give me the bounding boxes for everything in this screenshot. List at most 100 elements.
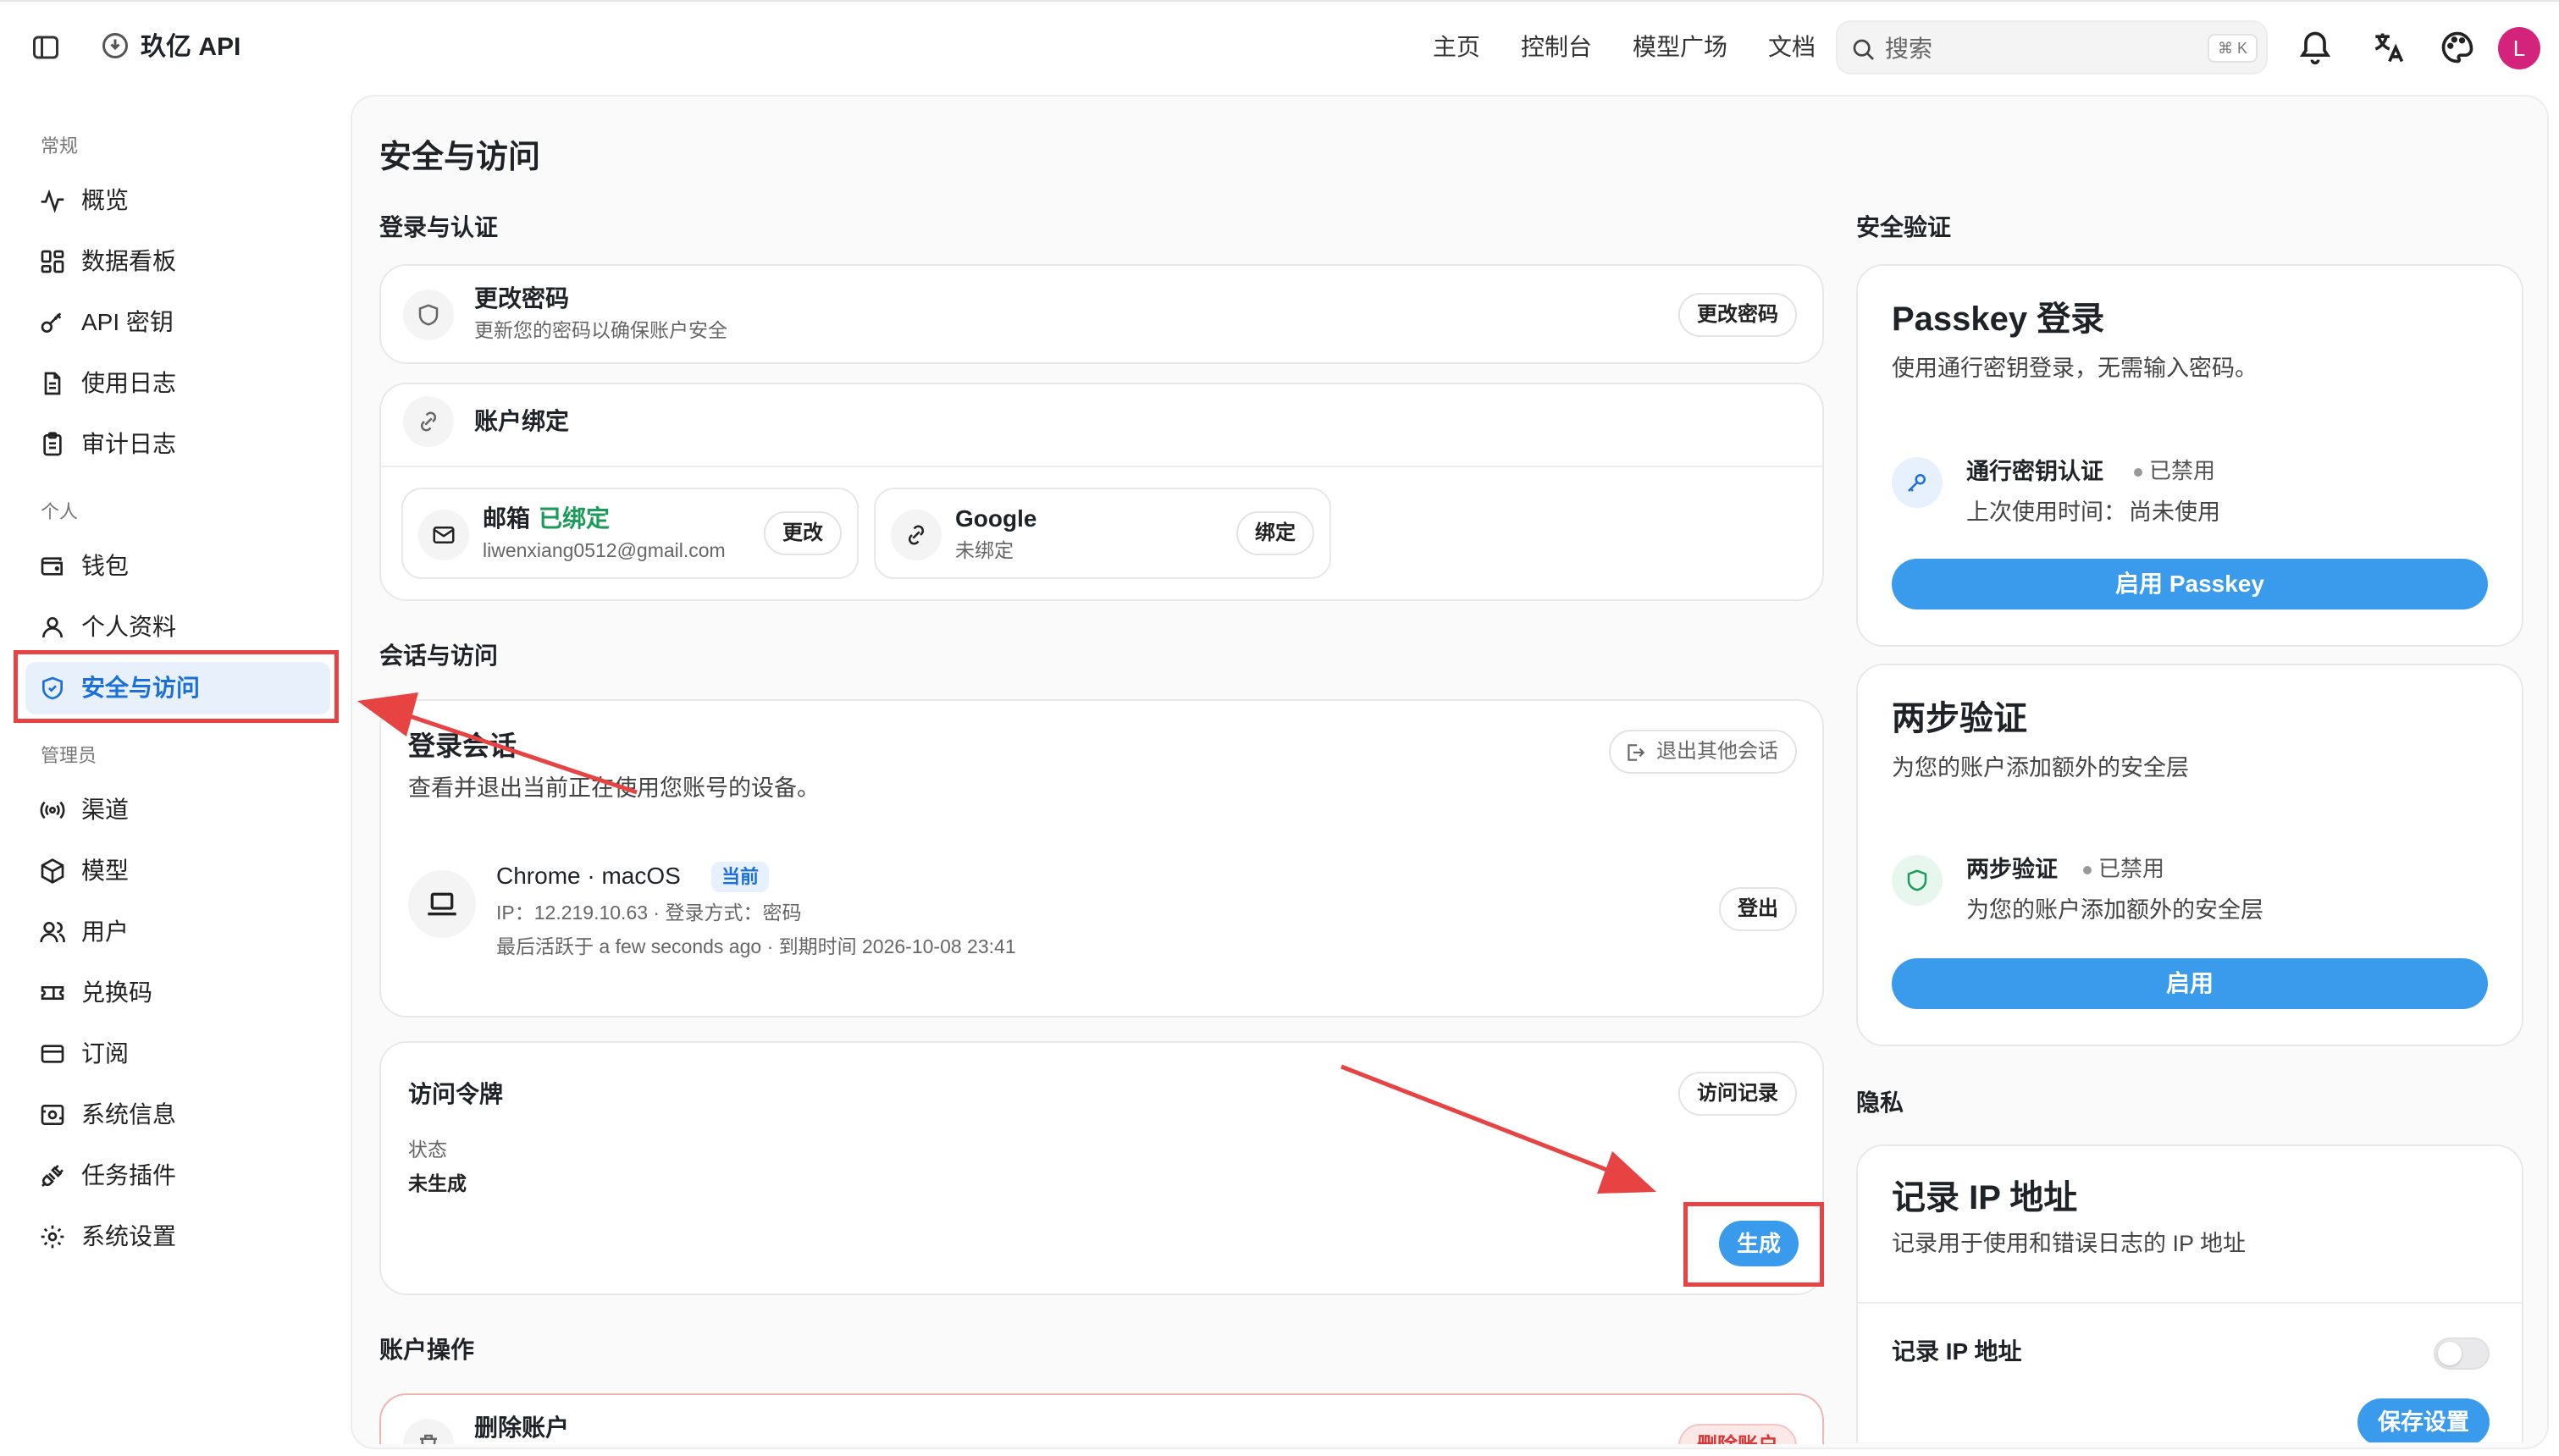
save-settings-button[interactable]: 保存设置 xyxy=(2357,1398,2490,1442)
sidebar-item-system-settings[interactable]: 系统设置 xyxy=(25,1211,330,1263)
credit-card-icon xyxy=(41,1045,64,1063)
palette-icon[interactable] xyxy=(2439,29,2476,66)
search-icon xyxy=(1853,39,1874,60)
section-title-sessions: 会话与访问 xyxy=(379,643,499,669)
sidebar-item-users[interactable]: 用户 xyxy=(25,906,330,958)
sidebar-item-label: 任务插件 xyxy=(81,1162,177,1189)
two-factor-shield-icon-wrap xyxy=(1892,855,1943,906)
change-password-title: 更改密码 xyxy=(474,285,570,312)
sidebar-item-channels[interactable]: 渠道 xyxy=(25,784,330,836)
enable-passkey-button[interactable]: 启用 Passkey xyxy=(1892,559,2488,609)
passkey-title: Passkey 登录 xyxy=(1892,301,2105,338)
sidebar-item-label: 订阅 xyxy=(81,1040,130,1067)
change-password-button[interactable]: 更改密码 xyxy=(1678,293,1797,337)
record-ip-toggle[interactable] xyxy=(2434,1337,2490,1370)
sidebar-item-label: 个人资料 xyxy=(81,614,177,640)
sidebar-item-dashboard[interactable]: 数据看板 xyxy=(25,235,330,288)
logout-button[interactable]: 登出 xyxy=(1719,887,1797,931)
sidebar-item-subscriptions[interactable]: 订阅 xyxy=(25,1028,330,1080)
record-ip-toggle-label: 记录 IP 地址 xyxy=(1892,1338,2022,1365)
search-box[interactable]: 搜索 ⌘ K xyxy=(1836,20,2268,74)
access-token-card: 访问令牌 访问记录 状态 未生成 生成 xyxy=(379,1041,1824,1295)
laptop-icon xyxy=(428,892,456,916)
delete-account-card: 删除账户 删除账户 xyxy=(379,1393,1824,1444)
settings-icon xyxy=(41,1225,64,1249)
generate-token-button[interactable]: 生成 xyxy=(1719,1221,1799,1266)
users-icon xyxy=(40,922,65,943)
divider xyxy=(381,466,1822,467)
two-factor-card: 两步验证 为您的账户添加额外的安全层 两步验证 已禁用 为您的账户添加额外的安全… xyxy=(1856,664,2523,1046)
access-token-title: 访问令牌 xyxy=(408,1081,504,1107)
sidebar-item-models[interactable]: 模型 xyxy=(25,845,330,897)
status-dot xyxy=(2083,866,2092,875)
sidebar-toggle-icon[interactable] xyxy=(30,32,61,63)
ticket-icon xyxy=(41,986,64,1000)
nav-model-market[interactable]: 模型广场 xyxy=(1633,30,1727,64)
sidebar-section-admin: 管理员 xyxy=(41,745,97,766)
sidebar-item-label: 审计日志 xyxy=(81,431,177,457)
login-sessions-desc: 查看并退出当前正在使用您账号的设备。 xyxy=(408,775,820,801)
section-title-security-verify: 安全验证 xyxy=(1856,214,1952,240)
sidebar-item-api-keys[interactable]: API 密钥 xyxy=(25,296,330,349)
bell-icon[interactable] xyxy=(2296,29,2334,66)
app-title[interactable]: 玖亿 API xyxy=(141,30,240,64)
bind-google-button[interactable]: 绑定 xyxy=(1236,511,1314,555)
app-logo-icon xyxy=(102,33,128,58)
mail-icon xyxy=(433,527,455,543)
sidebar-item-security[interactable]: 安全与访问 xyxy=(25,662,330,714)
token-status-value: 未生成 xyxy=(408,1172,467,1194)
link-icon-wrap xyxy=(403,396,454,447)
mail-icon-wrap xyxy=(418,510,469,560)
delete-account-title: 删除账户 xyxy=(474,1415,570,1441)
passkey-key-icon-wrap xyxy=(1892,457,1943,508)
sidebar-item-label: 渠道 xyxy=(81,797,130,823)
link-icon xyxy=(908,525,925,545)
logout-others-label: 退出其他会话 xyxy=(1656,740,1778,763)
google-status: 未绑定 xyxy=(955,539,1014,561)
nav-docs[interactable]: 文档 xyxy=(1768,30,1816,64)
two-factor-desc: 为您的账户添加额外的安全层 xyxy=(1892,755,2189,780)
shield-icon xyxy=(418,304,439,326)
user-icon xyxy=(42,617,63,638)
sidebar-item-system-info[interactable]: 系统信息 xyxy=(25,1089,330,1141)
section-title-account-ops: 账户操作 xyxy=(379,1337,475,1363)
access-history-button[interactable]: 访问记录 xyxy=(1678,1072,1797,1116)
email-label: 邮箱 xyxy=(483,505,531,532)
sidebar-item-overview[interactable]: 概览 xyxy=(25,174,330,227)
toggle-knob xyxy=(2438,1342,2462,1365)
sidebar-item-task-plugins[interactable]: 任务插件 xyxy=(25,1150,330,1202)
nav-console[interactable]: 控制台 xyxy=(1521,30,1592,64)
sidebar: 常规 概览 数据看板 API 密钥 使用日志 审计日志 个人 钱包 个人资料 安… xyxy=(0,91,349,1456)
sidebar-item-label: 安全与访问 xyxy=(81,675,201,701)
account-binding-title: 账户绑定 xyxy=(474,408,570,434)
avatar[interactable]: L xyxy=(2498,27,2540,69)
divider xyxy=(1858,1302,2522,1304)
nav-home[interactable]: 主页 xyxy=(1433,30,1480,64)
change-email-button[interactable]: 更改 xyxy=(764,511,842,555)
sidebar-item-redeem-codes[interactable]: 兑换码 xyxy=(25,967,330,1019)
privacy-card-clip: 记录 IP 地址 记录用于使用和错误日志的 IP 地址 记录 IP 地址 保存设… xyxy=(1856,1144,2523,1442)
delete-account-card-clip: 删除账户 删除账户 xyxy=(379,1393,1824,1444)
sidebar-item-label: 数据看板 xyxy=(81,248,177,274)
sidebar-item-wallet[interactable]: 钱包 xyxy=(25,540,330,593)
link-icon xyxy=(420,411,437,432)
trash-icon-wrap xyxy=(403,1419,454,1444)
logout-others-button[interactable]: 退出其他会话 xyxy=(1609,730,1797,774)
current-badge: 当前 xyxy=(711,862,770,892)
key-icon xyxy=(41,312,62,333)
sidebar-item-label: 使用日志 xyxy=(81,370,177,396)
enable-two-factor-button[interactable]: 启用 xyxy=(1892,958,2488,1009)
plug-icon xyxy=(41,1165,64,1187)
language-icon[interactable] xyxy=(2369,29,2407,66)
google-label: Google xyxy=(955,505,1037,532)
status-dot xyxy=(2134,468,2142,477)
device-name: Chrome · macOS xyxy=(496,863,681,889)
sidebar-item-profile[interactable]: 个人资料 xyxy=(25,601,330,654)
device-activity-line: 最后活跃于 a few seconds ago · 到期时间 2026-10-0… xyxy=(496,935,1016,957)
sidebar-item-audit-logs[interactable]: 审计日志 xyxy=(25,418,330,471)
sidebar-item-usage-logs[interactable]: 使用日志 xyxy=(25,357,330,410)
delete-account-button[interactable]: 删除账户 xyxy=(1678,1424,1797,1444)
email-binding-item: 邮箱 已绑定 liwenxiang0512@gmail.com 更改 xyxy=(401,488,859,579)
record-ip-title: 记录 IP 地址 xyxy=(1892,1179,2078,1216)
two-factor-item-status: 已禁用 xyxy=(2083,853,2164,884)
